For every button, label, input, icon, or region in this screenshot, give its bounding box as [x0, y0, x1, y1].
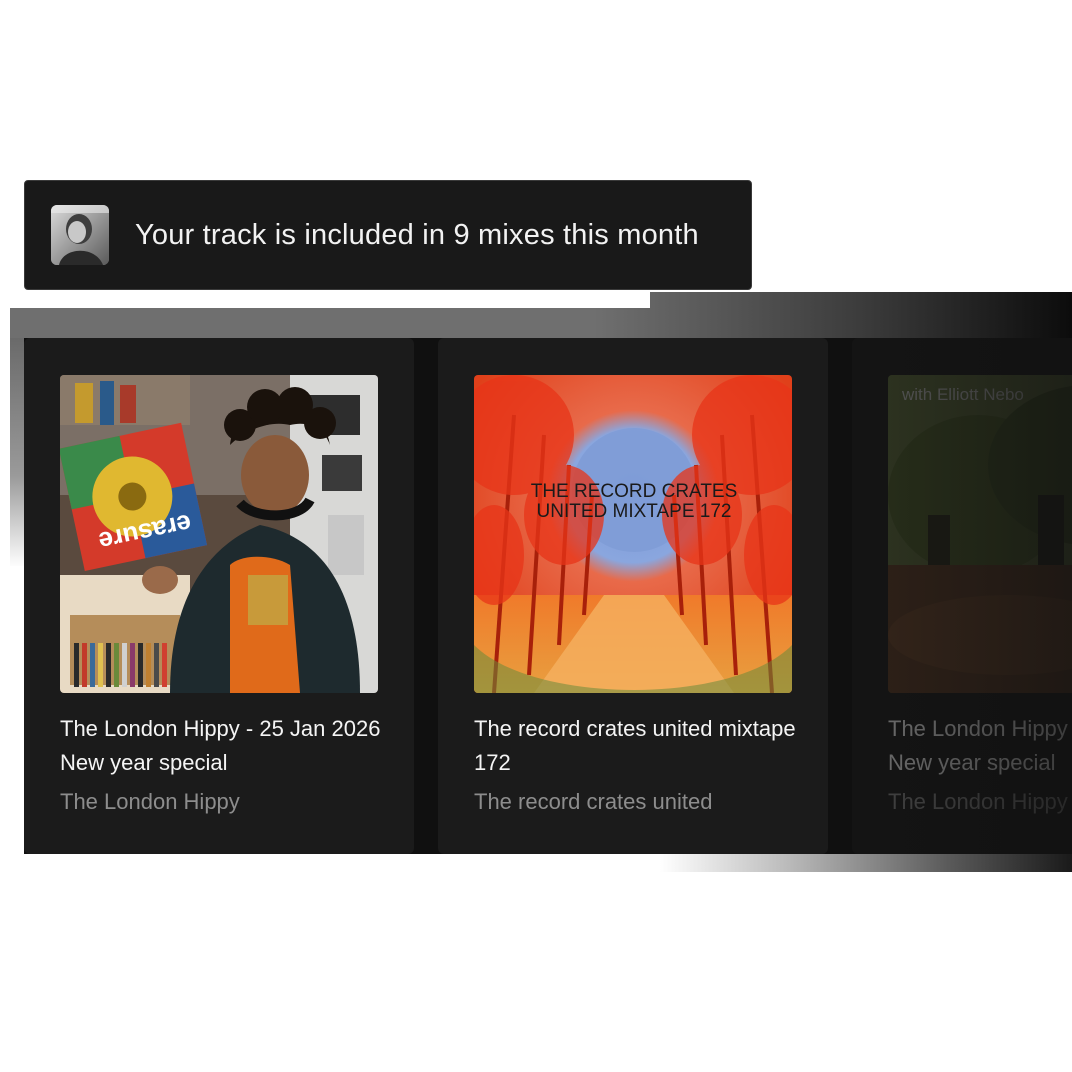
mix-inclusion-notification[interactable]: Your track is included in 9 mixes this m…	[24, 180, 752, 290]
autumn-forest-artwork[interactable]: THE RECORD CRATES UNITED MIXTAPE 172	[474, 375, 792, 693]
mix-artist[interactable]: The record crates united	[474, 786, 804, 818]
mix-artist[interactable]: The London Hippy	[60, 786, 390, 818]
mix-card[interactable]: THE RECORD CRATES UNITED MIXTAPE 172 The…	[438, 338, 828, 854]
mix-card[interactable]: with Elliott Nebo The London Hippy - 25 …	[852, 338, 1072, 854]
mix-card[interactable]: erasure The London Hippy - 25 Jan 2026 N…	[24, 338, 414, 854]
decorative-frame-bottom	[660, 854, 1072, 872]
decorative-frame-gap-bottom	[10, 854, 660, 876]
mixes-carousel[interactable]: erasure The London Hippy - 25 Jan 2026 N…	[24, 338, 1072, 854]
page: Your track is included in 9 mixes this m…	[0, 0, 1072, 1072]
cover-title-line1: THE RECORD CRATES	[531, 481, 738, 502]
notification-message: Your track is included in 9 mixes this m…	[135, 219, 699, 251]
cover-title-line2: UNITED MIXTAPE 172	[537, 501, 732, 522]
cover-subtitle: with Elliott Nebo	[902, 385, 1024, 404]
mix-title[interactable]: The London Hippy - 25 Jan 2026 New year …	[60, 712, 390, 780]
decorative-frame-side	[10, 338, 24, 568]
user-avatar	[51, 205, 109, 265]
record-shop-photo[interactable]: erasure	[60, 375, 378, 693]
decorative-frame-gap	[10, 566, 24, 876]
woodland-photo[interactable]: with Elliott Nebo	[888, 375, 1072, 693]
mix-title[interactable]: The record crates united mixtape 172	[474, 712, 804, 780]
mix-artist[interactable]: The London Hippy	[888, 786, 1072, 818]
mix-title[interactable]: The London Hippy - 25 Jan 2026 New year …	[888, 712, 1072, 780]
